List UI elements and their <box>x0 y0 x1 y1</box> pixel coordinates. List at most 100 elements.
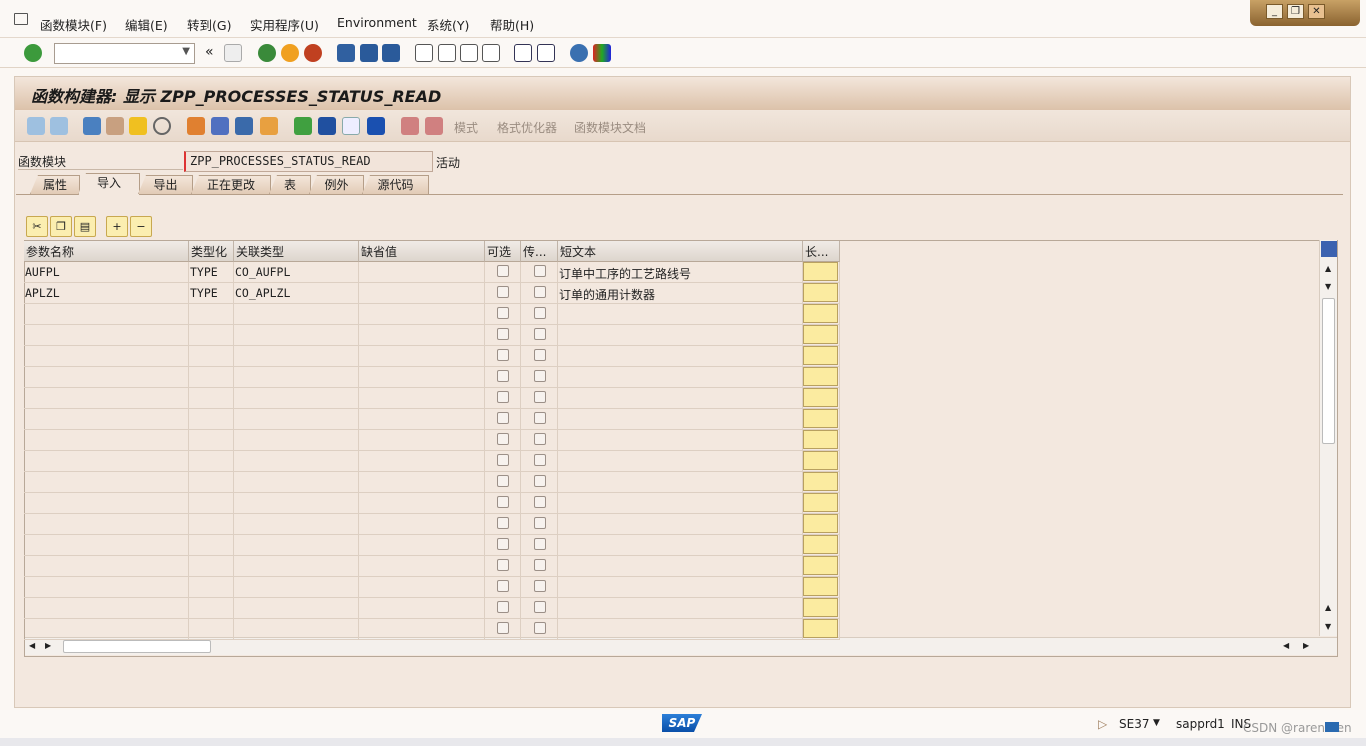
save-icon[interactable] <box>224 44 242 62</box>
table-cell[interactable]: 订单的通用计数器 <box>558 283 803 304</box>
hierarchy-icon[interactable] <box>294 117 312 135</box>
chevron-down-icon[interactable]: ▼ <box>182 46 190 57</box>
column-header[interactable]: 可选 <box>485 241 521 262</box>
table-cell[interactable] <box>485 535 521 556</box>
next-page-icon[interactable] <box>460 44 478 62</box>
table-cell[interactable] <box>803 325 840 346</box>
column-header[interactable]: 类型化 <box>189 241 234 262</box>
table-cell[interactable] <box>24 451 189 472</box>
copy-icon[interactable]: ❐ <box>50 216 72 237</box>
table-cell[interactable] <box>189 514 234 535</box>
table-cell[interactable] <box>189 472 234 493</box>
scroll-up-icon[interactable]: ▲ <box>1325 264 1331 273</box>
other-object-icon[interactable] <box>129 117 147 135</box>
menu-environment[interactable]: Environment <box>337 15 417 30</box>
table-cell[interactable] <box>189 304 234 325</box>
vertical-scrollbar[interactable]: ▲ ▼ ▲ ▼ <box>1319 240 1337 636</box>
long-text-button[interactable] <box>803 514 838 533</box>
back-icon[interactable] <box>258 44 276 62</box>
optional-checkbox[interactable] <box>497 496 509 508</box>
table-cell[interactable] <box>803 367 840 388</box>
table-cell[interactable] <box>485 577 521 598</box>
menu-edit[interactable]: 编辑(E) <box>125 15 168 34</box>
table-cell[interactable] <box>24 577 189 598</box>
table-cell[interactable] <box>803 577 840 598</box>
table-cell[interactable] <box>485 556 521 577</box>
table-cell[interactable]: APLZL <box>24 283 189 304</box>
long-text-button[interactable] <box>803 430 838 449</box>
table-cell[interactable] <box>234 577 359 598</box>
table-cell[interactable] <box>521 325 558 346</box>
pass-value-checkbox[interactable] <box>534 517 546 529</box>
scroll-down-icon[interactable]: ▼ <box>1325 622 1331 631</box>
restore-button[interactable]: ❐ <box>1287 4 1304 19</box>
column-header[interactable]: 短文本 <box>558 241 803 262</box>
table-cell[interactable] <box>24 535 189 556</box>
optional-checkbox[interactable] <box>497 286 509 298</box>
table-cell[interactable] <box>24 304 189 325</box>
breakpoint-icon[interactable] <box>401 117 419 135</box>
table-cell[interactable] <box>485 619 521 640</box>
table-cell[interactable] <box>485 451 521 472</box>
table-cell[interactable] <box>485 346 521 367</box>
table-cell[interactable] <box>24 493 189 514</box>
table-cell[interactable] <box>189 367 234 388</box>
table-cell[interactable] <box>485 283 521 304</box>
pass-value-checkbox[interactable] <box>534 580 546 592</box>
optional-checkbox[interactable] <box>497 307 509 319</box>
table-cell[interactable] <box>521 619 558 640</box>
collapse-icon[interactable]: « <box>205 44 214 60</box>
pass-value-checkbox[interactable] <box>534 622 546 634</box>
last-page-icon[interactable] <box>482 44 500 62</box>
table-cell[interactable] <box>234 598 359 619</box>
table-cell[interactable] <box>234 325 359 346</box>
table-cell[interactable] <box>521 367 558 388</box>
table-cell[interactable] <box>558 535 803 556</box>
table-cell[interactable] <box>234 409 359 430</box>
menu-system[interactable]: 系统(Y) <box>427 15 469 34</box>
table-cell[interactable]: TYPE <box>189 262 234 283</box>
table-cell[interactable] <box>485 598 521 619</box>
chevron-down-icon[interactable]: ▼ <box>1153 718 1160 728</box>
table-cell[interactable] <box>485 304 521 325</box>
optional-checkbox[interactable] <box>497 349 509 361</box>
menu-utilities[interactable]: 实用程序(U) <box>250 15 319 34</box>
command-field[interactable]: ▼ <box>54 43 195 64</box>
pass-value-checkbox[interactable] <box>534 349 546 361</box>
table-cell[interactable] <box>359 577 485 598</box>
table-cell[interactable] <box>24 430 189 451</box>
table-cell[interactable] <box>24 325 189 346</box>
optional-checkbox[interactable] <box>497 412 509 424</box>
display-change-icon[interactable] <box>83 117 101 135</box>
table-cell[interactable] <box>803 535 840 556</box>
table-cell[interactable] <box>521 304 558 325</box>
table-cell[interactable] <box>558 556 803 577</box>
table-cell[interactable] <box>359 451 485 472</box>
pass-value-checkbox[interactable] <box>534 328 546 340</box>
table-cell[interactable] <box>189 577 234 598</box>
long-text-button[interactable] <box>803 325 838 344</box>
table-cell[interactable] <box>189 451 234 472</box>
menu-help[interactable]: 帮助(H) <box>490 15 534 34</box>
pass-value-checkbox[interactable] <box>534 286 546 298</box>
table-cell[interactable] <box>485 430 521 451</box>
table-cell[interactable] <box>558 598 803 619</box>
active-inactive-icon[interactable] <box>106 117 124 135</box>
long-text-button[interactable] <box>803 619 838 638</box>
table-cell[interactable] <box>189 430 234 451</box>
fm-documentation-button[interactable]: 函数模块文档 <box>574 119 646 136</box>
column-header[interactable]: 参数名称 <box>24 241 189 262</box>
table-cell[interactable] <box>359 598 485 619</box>
long-text-button[interactable] <box>803 493 838 512</box>
table-cell[interactable] <box>189 598 234 619</box>
table-cell[interactable] <box>485 325 521 346</box>
table-cell[interactable] <box>803 262 840 283</box>
column-header[interactable]: 长... <box>803 241 840 262</box>
print-icon[interactable] <box>337 44 355 62</box>
cut-icon[interactable]: ✂ <box>26 216 48 237</box>
optional-checkbox[interactable] <box>497 433 509 445</box>
optional-checkbox[interactable] <box>497 559 509 571</box>
cancel-icon[interactable] <box>304 44 322 62</box>
menu-icon[interactable] <box>14 13 28 25</box>
optional-checkbox[interactable] <box>497 265 509 277</box>
